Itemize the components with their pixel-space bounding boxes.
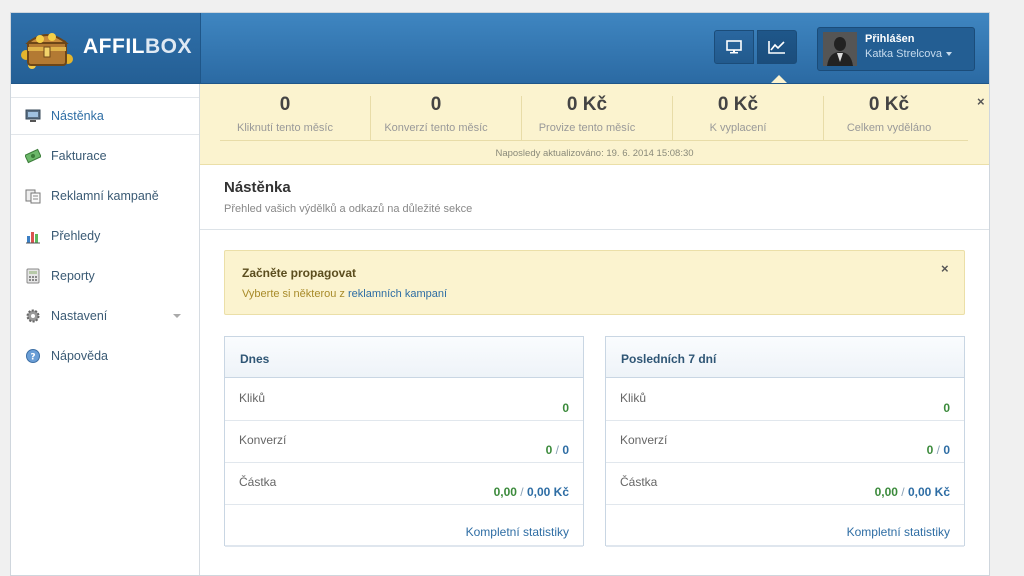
stat-payout: 0 Kč K vyplacení [663,94,813,134]
panel-header: Dnes [225,337,583,378]
stat-label: K vyplacení [709,122,767,134]
sidebar-item-label: Nástěnka [51,109,104,123]
divider [220,140,968,141]
row-label: Konverzí [239,433,287,447]
alert-text: Vyberte si některou z reklamních kampaní [242,288,448,300]
page-header: Nástěnka Přehled vašich výdělků a odkazů… [200,165,989,230]
avatar [823,32,857,66]
sidebar-item-help[interactable]: ? Nápověda [11,337,199,375]
row-label: Částka [239,475,277,489]
bar-chart-icon [26,232,40,244]
row-value: 0 [943,401,950,415]
panel-header: Posledních 7 dní [606,337,964,378]
table-row: Kliků 0 [225,378,583,421]
panel-title: Dnes [240,352,270,366]
sidebar-item-label: Fakturace [51,149,107,163]
panel-title: Posledních 7 dní [621,352,717,366]
stat-label: Kliknutí tento měsíc [237,122,333,134]
panel-last-7-days: Posledních 7 dní Kliků 0 Konverzí 0 / 0 … [605,336,965,547]
stat-label: Celkem vyděláno [846,122,932,134]
stat-total-earned: 0 Kč Celkem vyděláno [814,94,964,134]
table-row: Částka 0,00 / 0,00 Kč [606,462,964,505]
treasure-chest-icon [21,33,73,69]
row-label: Konverzí [620,433,668,447]
campaigns-icon [25,189,41,204]
campaigns-link[interactable]: reklamních kampaní [348,288,447,300]
panel-today: Dnes Kliků 0 Konverzí 0 / 0 Částka 0,00 … [224,336,584,547]
close-icon[interactable]: × [941,261,949,276]
stat-label: Provize tento měsíc [538,122,636,134]
monitor-icon [25,109,41,122]
sidebar-item-dashboard[interactable]: Nástěnka [11,97,199,135]
user-menu[interactable]: Přihlášen Katka Strelcova [817,27,975,71]
stat-label: Konverzí tento měsíc [384,122,488,134]
stat-value: 0 Kč [868,94,910,115]
money-icon [25,148,41,164]
alert-title: Začněte propagovat [242,266,357,280]
chevron-down-icon [946,52,953,57]
stat-value: 0 Kč [717,94,759,115]
login-status: Přihlášen [865,33,915,45]
promo-alert: Začněte propagovat Vyberte si některou z… [224,250,965,315]
page-title: Nástěnka [224,179,291,196]
last-updated: Naposledy aktualizováno: 19. 6. 2014 15:… [495,148,694,159]
sidebar-item-label: Nápověda [51,349,108,363]
stats-view-button[interactable] [757,30,797,64]
sidebar: Nástěnka Fakturace Reklamní kampaně Přeh… [11,84,200,575]
app-window: AFFILBOX Přihlášen Katka Strelcova Nástě… [10,12,990,576]
full-stats-link[interactable]: Kompletní statistiky [847,525,950,539]
row-label: Částka [620,475,658,489]
row-value: 0 [562,401,569,415]
stat-value: 0 [430,94,442,115]
user-name[interactable]: Katka Strelcova [865,48,953,60]
stat-clicks: 0 Kliknutí tento měsíc [210,94,360,134]
sidebar-item-label: Přehledy [51,229,101,243]
sidebar-item-label: Reklamní kampaně [51,189,159,203]
chevron-down-icon [173,314,181,318]
row-value: 0,00 / 0,00 Kč [493,485,569,499]
panel-footer [606,545,964,547]
monitor-icon [726,40,742,54]
row-value: 0 / 0 [926,443,950,457]
row-label: Kliků [620,391,647,405]
logo[interactable]: AFFILBOX [11,13,201,83]
stats-summary: 0 Kliknutí tento měsíc 0 Konverzí tento … [200,84,989,165]
stat-conversions: 0 Konverzí tento měsíc [361,94,511,134]
row-value: 0,00 / 0,00 Kč [874,485,950,499]
active-indicator [771,75,787,83]
gear-icon [26,309,40,323]
close-icon[interactable]: × [977,94,985,109]
svg-text:?: ? [30,353,35,363]
sidebar-item-reports[interactable]: Reporty [11,257,199,295]
sidebar-item-billing[interactable]: Fakturace [11,137,199,175]
calculator-icon [26,268,40,284]
panel-footer [225,545,583,547]
user-silhouette-icon [823,32,857,66]
page-subtitle: Přehled vašich výdělků a odkazů na důlež… [224,203,473,215]
row-value: 0 / 0 [545,443,569,457]
stat-commission: 0 Kč Provize tento měsíc [512,94,662,134]
sidebar-item-label: Reporty [51,269,95,283]
help-icon: ? [26,349,40,363]
sidebar-item-campaigns[interactable]: Reklamní kampaně [11,177,199,215]
table-row: Kliků 0 [606,378,964,421]
table-row: Částka 0,00 / 0,00 Kč [225,462,583,505]
table-row: Konverzí 0 / 0 [606,420,964,463]
row-label: Kliků [239,391,266,405]
dashboard-view-button[interactable] [714,30,754,64]
line-chart-icon [768,41,785,54]
stat-value: 0 Kč [566,94,608,115]
table-row: Konverzí 0 / 0 [225,420,583,463]
stat-value: 0 [279,94,291,115]
logo-text: AFFILBOX [83,35,192,58]
top-header: AFFILBOX Přihlášen Katka Strelcova [11,13,989,84]
sidebar-item-label: Nastavení [51,309,108,323]
sidebar-item-reports-overview[interactable]: Přehledy [11,217,199,255]
sidebar-item-settings[interactable]: Nastavení [11,297,199,335]
full-stats-link[interactable]: Kompletní statistiky [466,525,569,539]
